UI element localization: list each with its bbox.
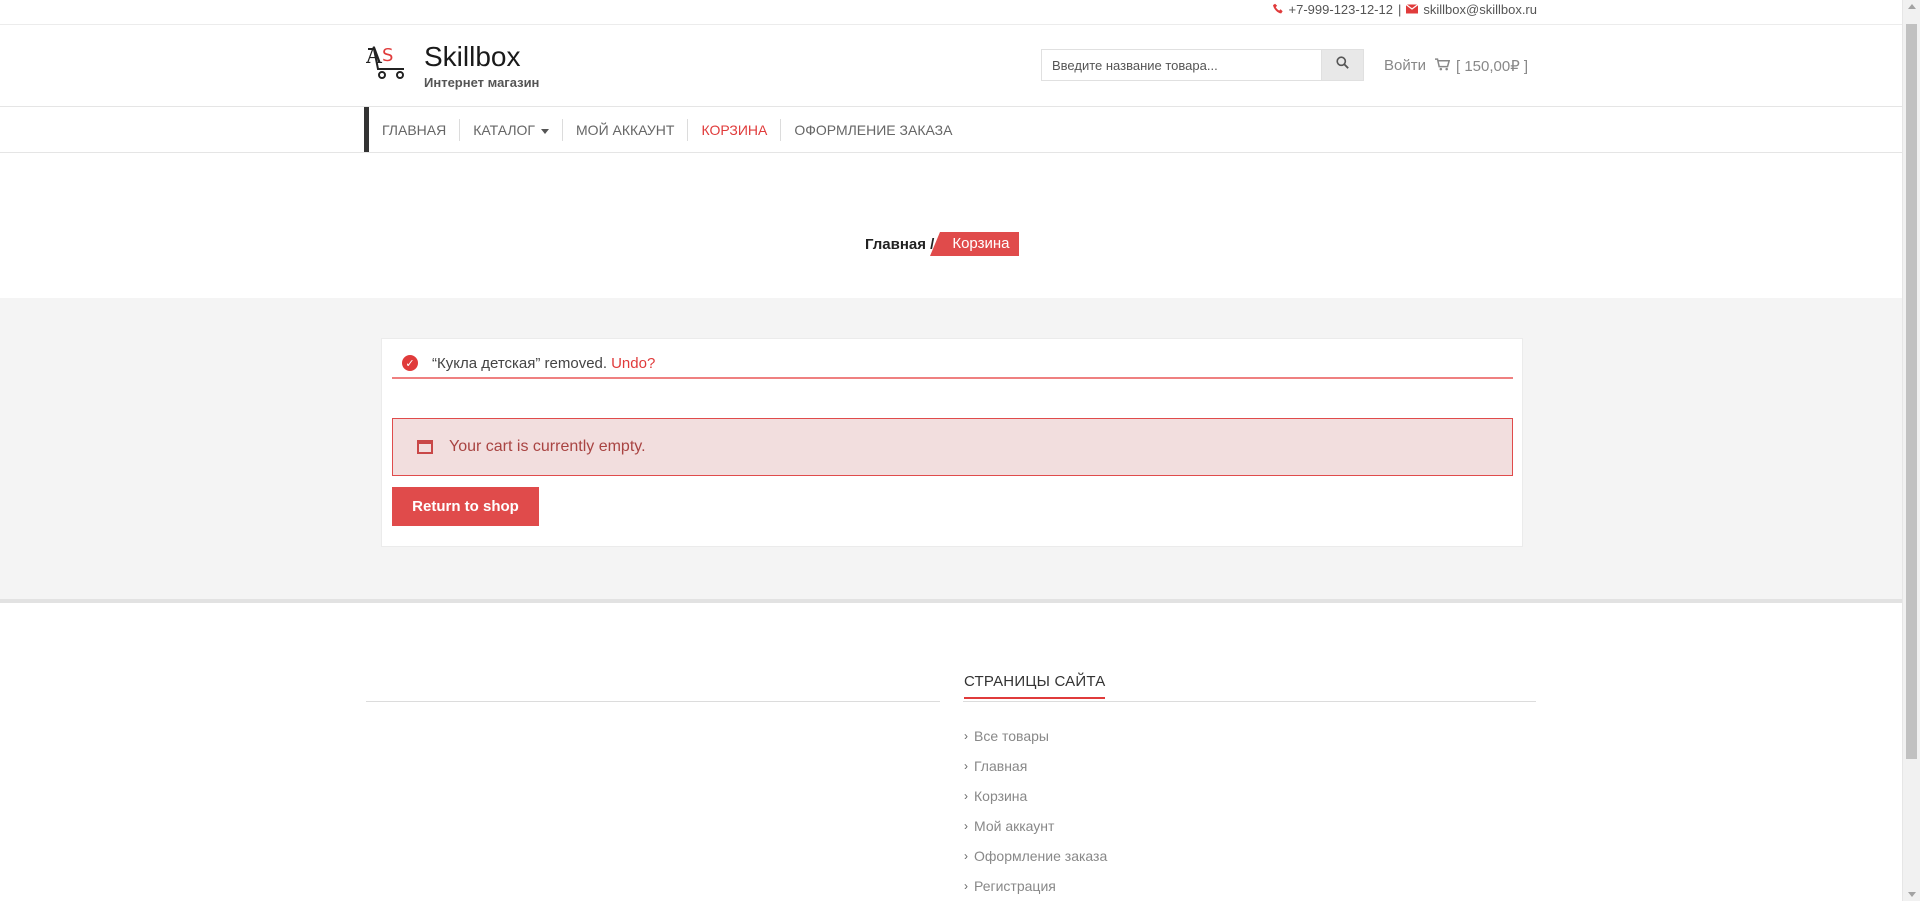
nav-item-label: КАТАЛОГ [473, 121, 536, 138]
logo-cart-icon: A S [365, 41, 410, 81]
nav-item-label: ОФОРМЛЕНИЕ ЗАКАЗА [794, 121, 953, 138]
chevron-right-icon: › [964, 849, 968, 863]
shopping-cart-icon [1435, 57, 1451, 75]
header-cart-link[interactable]: [ 150,00₽ ] [1435, 57, 1528, 75]
svg-text:S: S [382, 45, 393, 66]
caret-down-icon [541, 128, 550, 134]
window-icon [417, 440, 433, 454]
phone-number[interactable]: +7-999-123-12-12 [1289, 2, 1393, 17]
phone-icon [1272, 3, 1284, 17]
product-search [1041, 49, 1364, 81]
footer-link-label: Корзина [974, 788, 1028, 804]
footer-section-title: СТРАНИЦЫ САЙТА [964, 673, 1106, 699]
nav-item-catalog[interactable]: КАТАЛОГ [460, 118, 564, 141]
chevron-right-icon: › [964, 759, 968, 773]
contact-separator: | [1397, 2, 1402, 17]
footer-link-checkout[interactable]: › Оформление заказа [964, 847, 1107, 877]
footer-link-my-account[interactable]: › Мой аккаунт [964, 817, 1107, 847]
footer-link-registration[interactable]: › Регистрация [964, 877, 1107, 901]
cart-empty-alert: Your cart is currently empty. [392, 418, 1513, 476]
footer-link-label: Мой аккаунт [974, 818, 1055, 834]
footer-link-label: Регистрация [974, 878, 1056, 894]
chevron-right-icon: › [964, 819, 968, 833]
top-info-bar: +7-999-123-12-12 | skillbox@skillbox.ru [0, 0, 1902, 25]
footer-divider-left [366, 701, 940, 702]
footer-links: › Все товары › Главная › Корзина › Мой аккау… [964, 727, 1107, 901]
nav-item-label: ГЛАВНАЯ [382, 121, 447, 138]
search-input[interactable] [1041, 49, 1322, 81]
scroll-up-arrow-icon[interactable] [1908, 4, 1916, 9]
footer-link-label: Главная [974, 758, 1028, 774]
nav-menu: ГЛАВНАЯ КАТАЛОГ МОЙ АККАУНТ КОРЗИНА ОФОР… [364, 107, 965, 152]
nav-item-cart[interactable]: КОРЗИНА [688, 118, 782, 141]
notice-message: “Кукла детская” removed. [432, 354, 608, 372]
footer-divider-right [963, 701, 1536, 702]
footer-link-all-products[interactable]: › Все товары [964, 727, 1107, 757]
main-navigation: ГЛАВНАЯ КАТАЛОГ МОЙ АККАУНТ КОРЗИНА ОФОР… [0, 107, 1902, 153]
footer-link-label: Оформление заказа [974, 848, 1108, 864]
envelope-icon [1406, 3, 1419, 17]
email-address[interactable]: skillbox@skillbox.ru [1423, 2, 1537, 17]
return-to-shop-button[interactable]: Return to shop [392, 487, 539, 526]
footer-link-cart[interactable]: › Корзина [964, 787, 1107, 817]
chevron-right-icon: › [964, 879, 968, 893]
login-link[interactable]: Войти [1384, 57, 1426, 74]
breadcrumb-current: Корзина [930, 232, 1020, 256]
nav-item-my-account[interactable]: МОЙ АККАУНТ [563, 118, 689, 141]
removed-notice: ✓ “Кукла детская” removed. Undo? [392, 349, 1513, 379]
footer-link-home[interactable]: › Главная [964, 757, 1107, 787]
footer-link-label: Все товары [974, 728, 1049, 744]
cart-panel: ✓ “Кукла детская” removed. Undo? Your ca… [381, 338, 1523, 547]
search-button[interactable] [1321, 49, 1364, 81]
cart-total: [ 150,00₽ ] [1456, 58, 1529, 75]
logo-title: Skillbox [424, 41, 521, 72]
site-footer: СТРАНИЦЫ САЙТА › Все товары › Главная › Кор… [0, 607, 1902, 901]
nav-item-home[interactable]: ГЛАВНАЯ [369, 118, 461, 141]
chevron-right-icon: › [964, 789, 968, 803]
scrollbar-thumb[interactable] [1906, 24, 1917, 759]
nav-item-checkout[interactable]: ОФОРМЛЕНИЕ ЗАКАЗА [781, 119, 965, 141]
search-icon [1336, 56, 1349, 74]
undo-link[interactable]: Undo? [611, 355, 655, 372]
scroll-down-arrow-icon[interactable] [1908, 892, 1916, 897]
page-scrollbar[interactable] [1902, 0, 1920, 901]
nav-item-label: МОЙ АККАУНТ [576, 121, 675, 138]
logo-subtitle: Интернет магазин [424, 75, 540, 90]
cart-empty-message: Your cart is currently empty. [449, 438, 646, 455]
contact-info: +7-999-123-12-12 | skillbox@skillbox.ru [1272, 2, 1537, 17]
content-area: ✓ “Кукла детская” removed. Undo? Your ca… [0, 298, 1902, 603]
check-circle-icon: ✓ [402, 355, 418, 371]
chevron-right-icon: › [964, 729, 968, 743]
breadcrumb: Главная / Корзина [865, 232, 1020, 256]
nav-item-label: КОРЗИНА [701, 121, 768, 138]
site-header: A S Skillbox Интернет магазин Войти [ 15… [0, 25, 1902, 107]
site-logo[interactable]: A S Skillbox Интернет магазин [365, 41, 540, 90]
breadcrumb-home[interactable]: Главная / [865, 236, 934, 253]
